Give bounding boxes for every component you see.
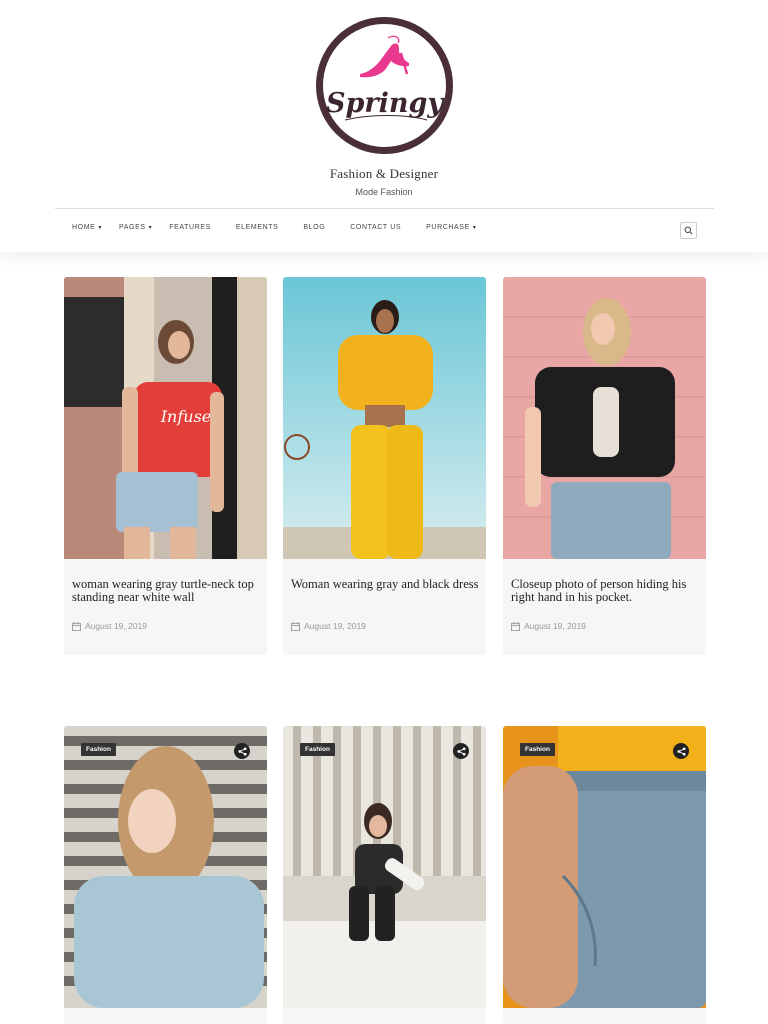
svg-text:Infuse: Infuse [160,407,212,426]
post-card[interactable]: Infuse woman wearing gray turtle-neck to… [64,277,267,655]
share-button[interactable] [453,743,469,759]
site-title: Fashion & Designer [329,166,439,181]
nav-item-label: PURCHASE [426,224,470,231]
site-tagline: Mode Fashion [355,187,413,197]
post-date-text: August 19, 2019 [304,621,366,631]
nav-item-blog[interactable]: BLOG [303,224,325,231]
post-card[interactable]: Fashion [503,726,706,1024]
post-date: August 19, 2019 [291,621,366,631]
calendar-icon [72,621,81,631]
nav-item-label: CONTACT US [350,224,402,231]
post-date: August 19, 2019 [72,621,147,631]
post-date-text: August 19, 2019 [85,621,147,631]
site-header: Springy Fashion & Designer Mode Fashion … [0,0,768,252]
post-card[interactable]: Woman wearing gray and black dress Augus… [283,277,486,655]
post-image[interactable] [503,726,706,1008]
post-image[interactable] [283,726,486,1008]
nav-item-features[interactable]: FEATURES [169,224,211,231]
category-badge[interactable]: Fashion [520,743,555,756]
nav-item-label: PAGES [119,224,146,231]
post-image[interactable] [503,277,706,559]
share-icon [456,746,466,756]
site-logo[interactable]: Springy [315,16,454,155]
category-badge[interactable]: Fashion [300,743,335,756]
share-button[interactable] [673,743,689,759]
nav-item-label: BLOG [303,224,326,231]
nav-item-contact-us[interactable]: CONTACT US [350,224,401,231]
share-icon [676,746,686,756]
post-title[interactable]: woman wearing gray turtle-neck top stand… [72,578,262,604]
share-icon [237,746,247,756]
calendar-icon [511,621,520,631]
post-card[interactable]: Fashion [283,726,486,1024]
nav-item-label: FEATURES [169,224,211,231]
nav-item-pages[interactable]: PAGES ▾ [119,224,152,231]
nav-item-label: ELEMENTS [235,224,279,231]
search-icon [684,226,693,235]
nav-divider [55,208,714,209]
post-date: August 19, 2019 [511,621,586,631]
chevron-down-icon: ▾ [472,225,477,231]
post-image[interactable]: Infuse [64,277,267,559]
nav-item-label: HOME [72,224,96,231]
post-title[interactable]: Woman wearing gray and black dress [291,578,481,591]
post-card[interactable]: Closeup photo of person hiding his right… [503,277,706,655]
nav-item-home[interactable]: HOME ▾ [72,224,102,231]
post-date-text: August 19, 2019 [524,621,586,631]
chevron-down-icon: ▾ [148,225,153,231]
search-button[interactable] [680,222,697,239]
main-nav: HOME ▾ PAGES ▾ FEATURES ELEMENTS BLOG CO… [72,224,476,231]
nav-item-elements[interactable]: ELEMENTS [236,224,279,231]
share-button[interactable] [234,743,250,759]
post-image[interactable] [283,277,486,559]
category-badge[interactable]: Fashion [81,743,116,756]
post-image[interactable] [64,726,267,1008]
post-title[interactable]: Closeup photo of person hiding his right… [511,578,701,604]
chevron-down-icon: ▾ [98,225,103,231]
svg-text:Springy: Springy [326,88,445,119]
nav-item-purchase[interactable]: PURCHASE ▾ [426,224,476,231]
post-card[interactable]: Fashion [64,726,267,1024]
calendar-icon [291,621,300,631]
